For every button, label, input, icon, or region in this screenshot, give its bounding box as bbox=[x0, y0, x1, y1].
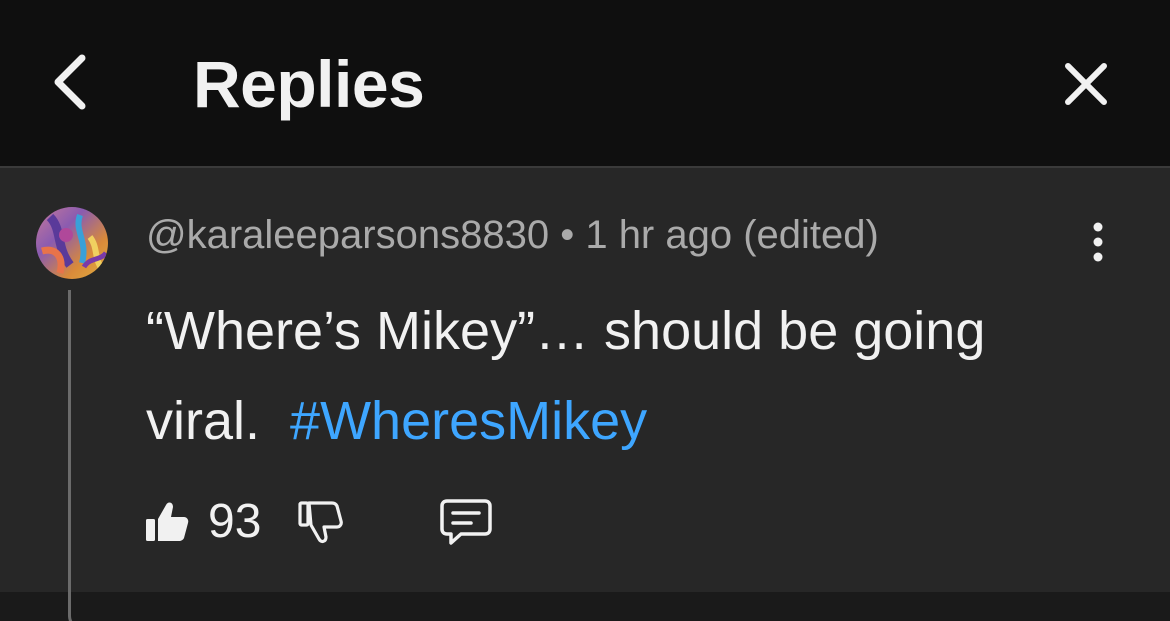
like-button[interactable]: 93 bbox=[144, 492, 261, 552]
more-vertical-icon bbox=[1093, 222, 1103, 262]
thumbs-down-icon bbox=[298, 501, 344, 544]
replies-screen: Replies @karaleeparsons8830 • 1 hr ago (… bbox=[0, 0, 1170, 621]
thumbs-up-filled-icon bbox=[146, 502, 189, 541]
reply-button[interactable] bbox=[439, 497, 493, 547]
comment-body: “Where’s Mikey”… should be going viral. … bbox=[146, 286, 1046, 466]
comment-meta: @karaleeparsons8830 • 1 hr ago (edited) bbox=[146, 211, 879, 259]
comment-actions: 93 bbox=[144, 492, 493, 552]
meta-separator: • bbox=[549, 213, 586, 257]
close-button[interactable] bbox=[1052, 50, 1120, 118]
like-count: 93 bbox=[208, 495, 262, 548]
close-icon bbox=[1065, 63, 1107, 105]
avatar-image bbox=[36, 207, 108, 279]
hashtag-link[interactable]: #WheresMikey bbox=[290, 391, 647, 451]
page-title: Replies bbox=[193, 47, 425, 121]
back-button[interactable] bbox=[38, 50, 102, 114]
dislike-button[interactable] bbox=[297, 499, 344, 545]
username[interactable]: @karaleeparsons8830 bbox=[146, 213, 549, 257]
next-comment-strip bbox=[0, 592, 1170, 621]
header-bar: Replies bbox=[0, 0, 1170, 168]
chevron-left-icon bbox=[54, 54, 86, 110]
timestamp: 1 hr ago (edited) bbox=[585, 213, 879, 257]
avatar[interactable] bbox=[36, 207, 108, 279]
thread-line bbox=[68, 290, 84, 621]
comment-reply-icon bbox=[440, 499, 493, 545]
comment-menu-button[interactable] bbox=[1078, 218, 1118, 266]
